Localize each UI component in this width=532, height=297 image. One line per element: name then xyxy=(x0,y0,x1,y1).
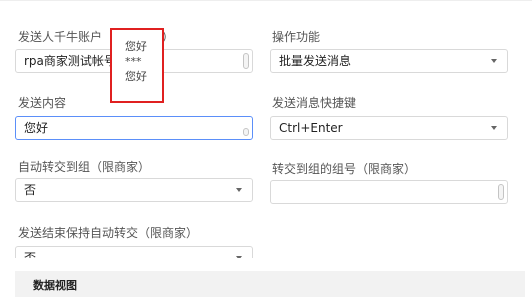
function-value: 批量发送消息 xyxy=(279,54,352,68)
suggestion-popup: 您好 *** 您好 xyxy=(110,28,164,103)
shortcut-select[interactable]: Ctrl+Enter xyxy=(270,116,508,140)
shortcut-value: Ctrl+Enter xyxy=(279,121,343,135)
chevron-down-icon xyxy=(491,59,497,63)
sender-account-value: rpa商家测试帐号 xyxy=(24,54,116,68)
keep-auto-transfer-label: 发送结束保持自动转交（限商家） xyxy=(18,226,199,240)
auto-transfer-label: 自动转交到组（限商家） xyxy=(18,160,151,174)
function-label: 操作功能 xyxy=(272,30,321,44)
resize-handle-icon[interactable] xyxy=(243,128,249,136)
top-divider xyxy=(0,0,532,1)
content-textarea[interactable]: 您好 xyxy=(15,116,253,140)
auto-transfer-select[interactable]: 否 xyxy=(15,178,253,202)
transfer-group-label: 转交到组的组号（限商家） xyxy=(272,162,417,176)
data-view-section-header[interactable]: 数据视图 xyxy=(15,271,525,297)
suggestion-item[interactable]: 您好 xyxy=(112,69,162,84)
chevron-down-icon xyxy=(236,188,242,192)
transfer-group-scroll-handle[interactable] xyxy=(498,184,504,200)
sender-account-scroll-handle[interactable] xyxy=(243,53,249,69)
shortcut-label: 发送消息快捷键 xyxy=(272,96,357,110)
transfer-group-field[interactable] xyxy=(270,180,508,204)
scroll-clip xyxy=(0,258,260,271)
content-label: 发送内容 xyxy=(18,96,67,110)
suggestion-item[interactable]: 您好 xyxy=(112,39,162,54)
section-title: 数据视图 xyxy=(33,279,77,292)
chevron-down-icon xyxy=(491,126,497,130)
auto-transfer-value: 否 xyxy=(24,183,37,197)
content-value: 您好 xyxy=(24,121,49,135)
suggestion-item[interactable]: *** xyxy=(112,54,162,69)
function-select[interactable]: 批量发送消息 xyxy=(270,49,508,73)
sender-account-label-prefix: 发送人千牛账户（ xyxy=(18,30,115,44)
